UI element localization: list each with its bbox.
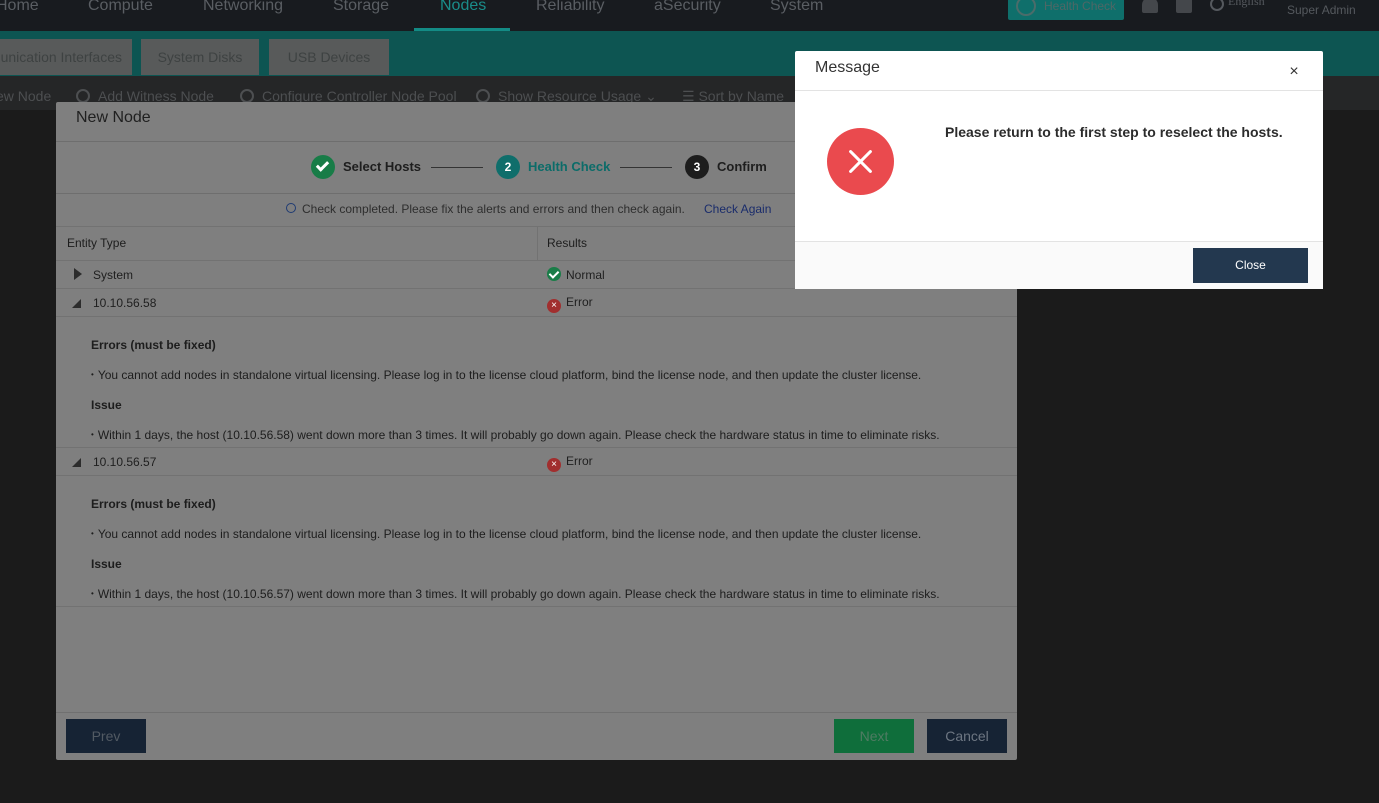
nav-networking[interactable]: Networking (203, 0, 283, 24)
close-button[interactable]: Close (1193, 248, 1308, 283)
issue-heading: Issue (91, 398, 122, 412)
close-icon[interactable]: × (1285, 63, 1303, 81)
expand-arrow-icon[interactable] (74, 268, 82, 280)
step-label: Select Hosts (343, 159, 422, 174)
health-check-icon (1016, 0, 1036, 16)
notice-text: Check completed. Please fix the alerts a… (302, 202, 685, 216)
pie-chart-icon (476, 89, 490, 103)
step-label: Confirm (717, 159, 767, 174)
status-error: × Error (547, 454, 593, 472)
prev-button[interactable]: Prev (66, 719, 146, 753)
nav-storage[interactable]: Storage (333, 0, 389, 24)
table-row-border (56, 475, 1017, 476)
nav-home[interactable]: Home (0, 0, 39, 24)
errors-heading: Errors (must be fixed) (91, 497, 216, 511)
check-again-link[interactable]: Check Again (704, 202, 771, 216)
step-number: 3 (685, 155, 709, 179)
share-icon[interactable] (1176, 0, 1192, 13)
health-check-label: Health Check (1044, 0, 1117, 13)
nav-reliability[interactable]: Reliability (536, 0, 604, 24)
dialog-title: New Node (76, 109, 151, 126)
plus-circle-icon (76, 89, 90, 103)
step-connector (431, 167, 483, 168)
message-dialog: Message × Please return to the first ste… (795, 51, 1323, 289)
status-error: × Error (547, 295, 593, 313)
error-circle-icon: × (547, 299, 561, 313)
collapse-arrow-icon[interactable] (72, 458, 81, 467)
table-row-border (56, 606, 1017, 607)
dialog-title: Message (815, 59, 880, 76)
bell-icon[interactable] (1142, 0, 1158, 13)
status-text: Error (566, 454, 593, 468)
error-item: You cannot add nodes in standalone virtu… (91, 527, 991, 541)
status-text: Error (566, 295, 593, 309)
check-circle-icon (547, 267, 561, 281)
tab-usb-devices[interactable]: USB Devices (269, 39, 389, 75)
error-item: You cannot add nodes in standalone virtu… (91, 368, 991, 382)
nav-compute[interactable]: Compute (88, 0, 153, 24)
nav-asecurity[interactable]: aSecurity (654, 0, 721, 24)
next-button[interactable]: Next (834, 719, 914, 753)
error-circle-icon: × (547, 458, 561, 472)
errors-heading: Errors (must be fixed) (91, 338, 216, 352)
message-text: Please return to the first step to resel… (945, 124, 1283, 140)
tab-system-disks[interactable]: System Disks (141, 39, 259, 75)
gear-icon (240, 89, 254, 103)
issue-item: Within 1 days, the host (10.10.56.57) we… (91, 587, 991, 601)
user-menu[interactable]: Super Admin (1287, 3, 1356, 17)
column-divider (537, 226, 538, 260)
tab-communication-interfaces[interactable]: unication Interfaces (0, 39, 132, 75)
status-text: Normal (566, 268, 605, 282)
step-select-hosts: Select Hosts (311, 155, 421, 179)
row-entity-system: System (93, 268, 134, 282)
nav-nodes[interactable]: Nodes (440, 0, 486, 24)
check-notice: Check completed. Please fix the alerts a… (286, 202, 685, 216)
nav-system[interactable]: System (770, 0, 823, 24)
issue-item: Within 1 days, the host (10.10.56.58) we… (91, 428, 991, 442)
cancel-button[interactable]: Cancel (927, 719, 1007, 753)
table-row-border (56, 447, 1017, 448)
table-row-border (56, 316, 1017, 317)
collapse-arrow-icon[interactable] (72, 299, 81, 308)
row-detail-host-57: Errors (must be fixed) You cannot add no… (91, 497, 991, 601)
step-number: 2 (496, 155, 520, 179)
issue-heading: Issue (91, 557, 122, 571)
error-icon (827, 128, 894, 195)
info-icon (286, 203, 296, 213)
new-node-button[interactable]: ew Node (0, 88, 51, 104)
row-entity-host-58: 10.10.56.58 (93, 296, 157, 310)
step-connector (620, 167, 672, 168)
new-node-label: ew Node (0, 88, 52, 104)
step-confirm: 3 Confirm (685, 155, 767, 179)
language-selector[interactable]: English (1228, 0, 1265, 9)
column-header-entity: Entity Type (67, 236, 127, 250)
health-check-button[interactable]: Health Check (1008, 0, 1124, 20)
check-circle-icon (311, 155, 335, 179)
divider (56, 712, 1017, 713)
step-health-check: 2 Health Check (496, 155, 610, 179)
row-detail-host-58: Errors (must be fixed) You cannot add no… (91, 338, 991, 442)
top-navigation: Home Compute Networking Storage Nodes Re… (0, 0, 1379, 31)
column-header-results: Results (547, 236, 588, 250)
step-label: Health Check (528, 159, 611, 174)
globe-icon[interactable] (1210, 0, 1224, 11)
divider (795, 90, 1323, 91)
row-entity-host-57: 10.10.56.57 (93, 455, 157, 469)
status-normal: Normal (547, 267, 605, 282)
